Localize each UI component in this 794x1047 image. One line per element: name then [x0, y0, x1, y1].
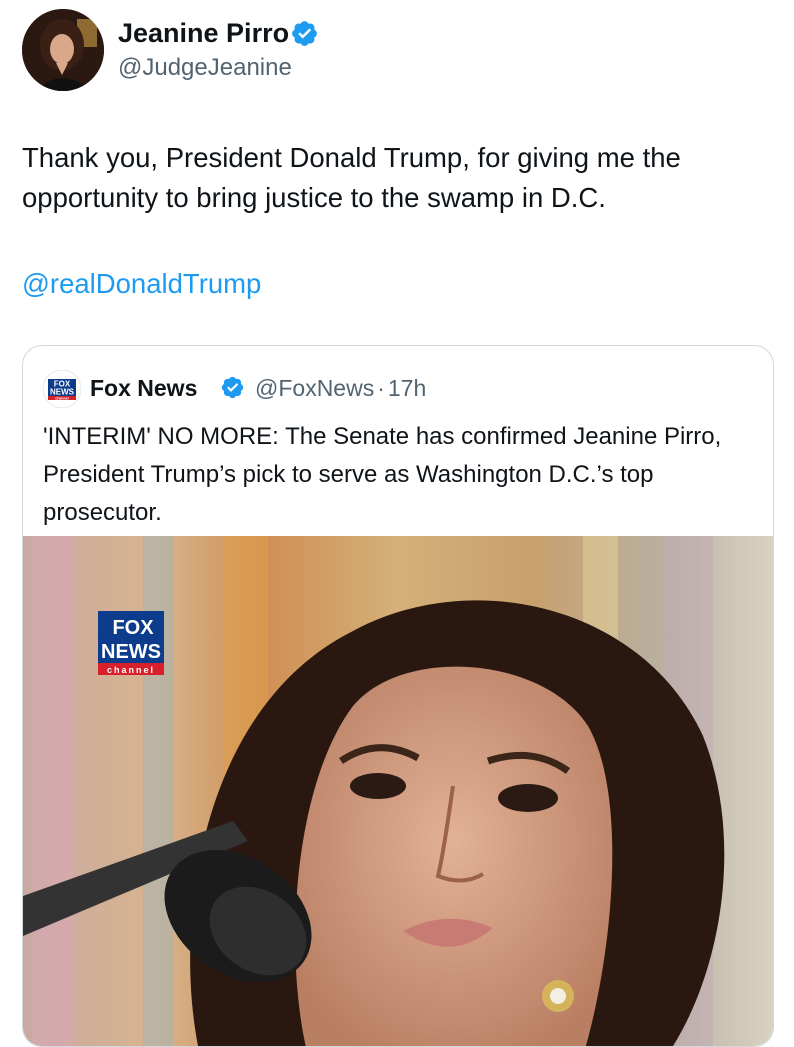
verified-badge-icon — [292, 21, 317, 46]
mention-link[interactable]: @realDonaldTrump — [22, 264, 261, 304]
quoted-tweet-text: 'INTERIM' NO MORE: The Senate has confir… — [43, 423, 722, 526]
quoted-author-name: Fox News — [90, 375, 198, 401]
author-name[interactable]: Jeanine Pirro — [118, 18, 289, 48]
press-photo: FOX NEWS channel — [23, 536, 773, 1046]
author-avatar[interactable] — [22, 9, 104, 91]
verified-badge-icon — [221, 376, 244, 399]
watermark-line2: NEWS — [101, 641, 161, 663]
fox-news-watermark: FOX NEWS channel — [98, 611, 164, 675]
watermark-line3: channel — [107, 665, 155, 675]
quoted-media-image[interactable]: FOX NEWS channel — [23, 536, 773, 1046]
author-handle[interactable]: @JudgeJeanine — [118, 54, 292, 82]
quoted-tweet-card[interactable]: FOX NEWS channel Fox News @FoxNews · 17h '… — [22, 345, 774, 1047]
separator-dot: · — [377, 375, 385, 401]
fox-logo-line2: NEWS — [50, 388, 75, 397]
fox-news-avatar: FOX NEWS channel — [43, 370, 81, 408]
author-avatar-image — [22, 9, 104, 91]
tweet-text: Thank you, President Donald Trump, for g… — [22, 142, 681, 213]
quoted-timestamp[interactable]: 17h — [388, 375, 426, 401]
watermark-line1: FOX — [112, 617, 154, 639]
fox-logo-line3: channel — [55, 396, 69, 400]
quoted-handle: @FoxNews — [255, 375, 375, 401]
quoted-handle-time: @FoxNews · 17h — [255, 373, 426, 403]
